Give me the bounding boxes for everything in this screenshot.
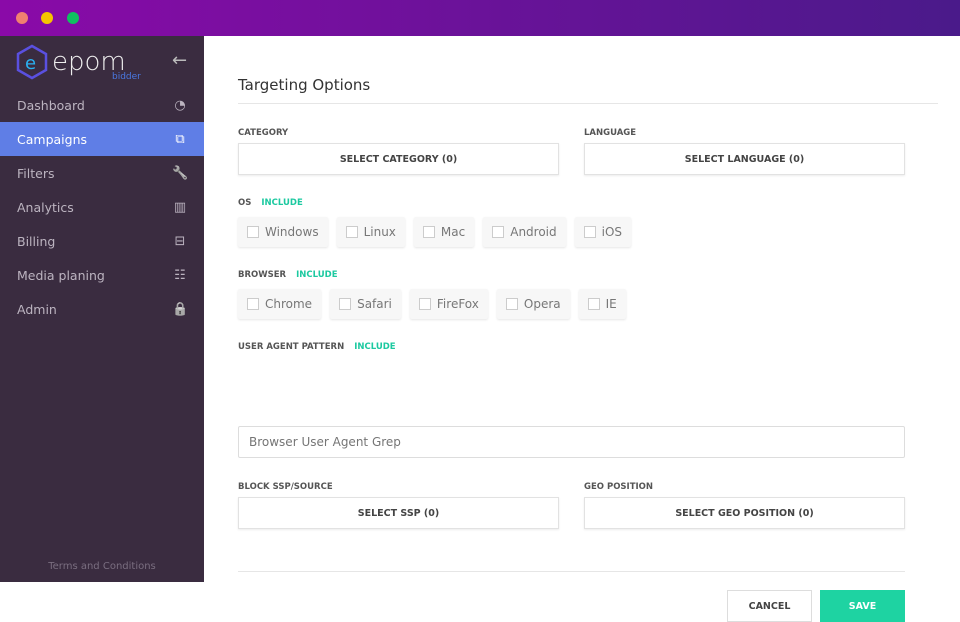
close-window-button[interactable] [16,12,28,24]
user-agent-input[interactable] [238,426,905,458]
option-label: Chrome [265,297,313,311]
os-option-windows[interactable]: Windows [238,217,328,247]
list-icon: ☷ [174,267,186,283]
browser-option-firefox[interactable]: FireFox [409,289,488,319]
browser-option-chrome[interactable]: Chrome [238,289,322,319]
checkbox[interactable] [418,298,431,310]
checkbox[interactable] [492,226,505,238]
save-button[interactable]: SAVE [820,590,905,622]
block-ssp-label: BLOCK SSP/SOURCE [238,482,333,492]
os-options: Windows Linux Mac Android iOS [238,217,632,247]
select-geo-position-button[interactable]: SELECT GEO POSITION (0) [584,497,905,529]
logo-hexagon-icon: e [16,44,48,80]
os-label-text: OS [238,198,252,208]
browser-options: Chrome Safari FireFox Opera IE [238,289,626,319]
sidebar: e epom bidder ← Dashboard ◔ Campaigns ⧉ Fi… [0,36,204,582]
user-agent-label-text: USER AGENT PATTERN [238,342,345,352]
checkbox[interactable] [339,298,352,310]
checkbox[interactable] [505,298,518,310]
option-label: IE [605,297,617,311]
analytics-icon: ▥ [173,199,187,215]
sidebar-item-billing[interactable]: Billing ⊟ [0,224,204,258]
svg-text:e: e [25,53,36,74]
sidebar-item-filters[interactable]: Filters 🔧 [0,156,204,190]
sidebar-item-media-planing[interactable]: Media planing ☷ [0,258,204,292]
browser-option-opera[interactable]: Opera [496,289,570,319]
option-label: Windows [265,225,319,239]
sidebar-item-dashboard[interactable]: Dashboard ◔ [0,88,204,122]
sidebar-item-label: Campaigns [17,131,88,147]
cancel-button[interactable]: CANCEL [727,590,812,622]
select-ssp-button[interactable]: SELECT SSP (0) [238,497,559,529]
sidebar-item-label: Admin [17,301,57,317]
sidebar-item-analytics[interactable]: Analytics ▥ [0,190,204,224]
wrench-icon: 🔧 [172,165,189,181]
browser-label-text: BROWSER [238,270,287,280]
category-label: CATEGORY [238,128,289,138]
language-label: LANGUAGE [584,128,637,138]
sidebar-item-label: Dashboard [17,97,85,113]
os-option-mac[interactable]: Mac [413,217,475,247]
browser-option-ie[interactable]: IE [578,289,626,319]
maximize-window-button[interactable] [67,12,79,24]
logo-subtitle: bidder [112,72,141,82]
select-category-button[interactable]: SELECT CATEGORY (0) [238,143,559,175]
lock-icon: 🔒 [172,301,189,317]
sidebar-item-label: Media planing [17,267,105,283]
browser-include-toggle[interactable]: INCLUDE [296,270,337,280]
checkbox[interactable] [583,226,596,238]
option-label: Opera [523,297,561,311]
browser-label: BROWSER INCLUDE [238,270,338,280]
select-language-button[interactable]: SELECT LANGUAGE (0) [584,143,905,175]
divider [238,571,905,572]
sidebar-item-campaigns[interactable]: Campaigns ⧉ [0,122,204,156]
page-title: Targeting Options [238,76,938,104]
sidebar-item-label: Billing [17,233,56,249]
option-label: iOS [601,225,623,239]
os-option-linux[interactable]: Linux [336,217,405,247]
checkbox[interactable] [422,226,435,238]
briefcase-icon: ⊟ [174,233,186,249]
sidebar-item-label: Analytics [17,199,74,215]
sidebar-item-label: Filters [17,165,55,181]
checkbox[interactable] [247,298,259,310]
option-label: Safari [357,297,392,311]
os-option-ios[interactable]: iOS [574,217,632,247]
terms-link[interactable]: Terms and Conditions [0,561,204,572]
browser-option-safari[interactable]: Safari [330,289,401,319]
dashboard-icon: ◔ [174,97,186,113]
geo-position-label: GEO POSITION [584,482,654,492]
logo: e epom bidder [16,42,141,82]
user-agent-include-toggle[interactable]: INCLUDE [354,342,395,352]
os-include-toggle[interactable]: INCLUDE [261,198,302,208]
collapse-sidebar-arrow-icon[interactable]: ← [172,50,187,71]
os-option-android[interactable]: Android [483,217,566,247]
main-content: Targeting Options CATEGORY SELECT CATEGO… [238,36,938,622]
sidebar-item-admin[interactable]: Admin 🔒 [0,292,204,326]
campaigns-icon: ⧉ [175,131,185,147]
option-label: Linux [363,225,396,239]
window-titlebar [0,0,960,36]
checkbox[interactable] [345,226,358,238]
option-label: FireFox [436,297,479,311]
minimize-window-button[interactable] [41,12,53,24]
option-label: Mac [440,225,466,239]
os-label: OS INCLUDE [238,198,303,208]
checkbox[interactable] [247,226,259,238]
checkbox[interactable] [587,298,600,310]
user-agent-label: USER AGENT PATTERN INCLUDE [238,342,396,352]
option-label: Android [510,225,557,239]
